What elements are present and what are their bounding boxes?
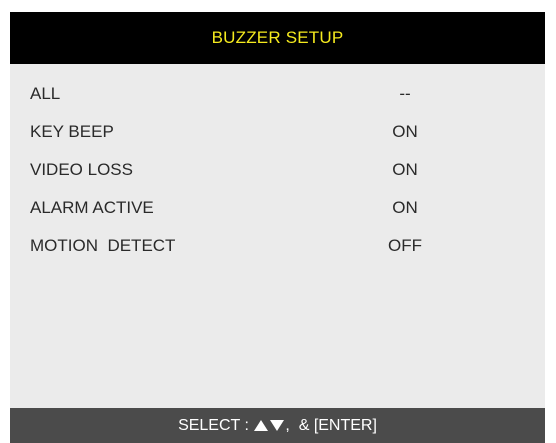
buzzer-settings-list: ALL -- KEY BEEP ON VIDEO LOSS ON ALARM A… — [10, 80, 545, 270]
menu-item-label: MOTION DETECT — [30, 236, 176, 255]
menu-item-value[interactable]: ON — [385, 198, 425, 218]
select-hint-label: SELECT : — [178, 416, 254, 434]
menu-item-value[interactable]: -- — [385, 84, 425, 104]
menu-item-key-beep[interactable]: KEY BEEP ON — [10, 118, 545, 156]
enter-hint-label: , & [ENTER] — [285, 416, 377, 434]
menu-item-label: ALARM ACTIVE — [30, 198, 154, 217]
menu-item-label: VIDEO LOSS — [30, 160, 133, 179]
menu-item-label: ALL — [30, 84, 61, 103]
triangle-up-icon — [254, 420, 269, 431]
menu-item-alarm-active[interactable]: ALARM ACTIVE ON — [10, 194, 545, 232]
footer-hint-bar: SELECT : , & [ENTER] — [10, 408, 545, 443]
menu-item-motion-detect[interactable]: MOTION DETECT OFF — [10, 232, 545, 270]
menu-item-video-loss[interactable]: VIDEO LOSS ON — [10, 156, 545, 194]
menu-item-value[interactable]: ON — [385, 160, 425, 180]
menu-item-value[interactable]: OFF — [385, 236, 425, 256]
triangle-down-icon — [270, 420, 285, 431]
menu-title: BUZZER SETUP — [211, 28, 344, 47]
menu-item-label: KEY BEEP — [30, 122, 114, 141]
osd-menu-panel: BUZZER SETUP ALL -- KEY BEEP ON VIDEO LO… — [10, 12, 545, 443]
title-bar: BUZZER SETUP — [10, 12, 545, 64]
menu-item-value[interactable]: ON — [385, 122, 425, 142]
menu-item-all[interactable]: ALL -- — [10, 80, 545, 118]
